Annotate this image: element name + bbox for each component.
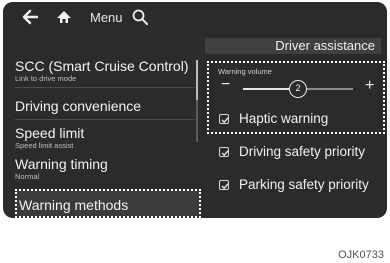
home-icon (57, 11, 71, 23)
checkbox-checked-icon[interactable] (219, 146, 229, 157)
menu-item-title: SCC (Smart Cruise Control) (15, 58, 189, 74)
warning-volume-label: Warning volume (218, 67, 272, 76)
option-label: Parking safety priority (239, 177, 369, 192)
back-arrow-icon (22, 9, 39, 25)
volume-decrease-button[interactable]: − (221, 77, 230, 93)
menu-item-title: Driving convenience (15, 98, 142, 114)
search-icon (132, 9, 148, 25)
menu-item-speed-limit[interactable]: Speed limit Speed limit assist (9, 122, 199, 154)
option-label: Haptic warning (239, 111, 329, 126)
menu-divider (15, 119, 195, 120)
checkbox-checked-icon[interactable] (219, 113, 229, 124)
menu-item-subtitle: Speed limit assist (15, 141, 74, 150)
menu-scrollbar-thumb[interactable] (196, 60, 198, 100)
menu-divider (15, 87, 195, 88)
menu-item-title: Warning timing (15, 156, 108, 172)
menu-button[interactable]: Menu (90, 6, 123, 28)
option-driving-safety-priority[interactable]: Driving safety priority (219, 144, 365, 159)
home-button[interactable] (55, 6, 77, 28)
menu-item-warning-timing[interactable]: Warning timing Normal (9, 153, 199, 185)
option-haptic-warning[interactable]: Haptic warning (219, 111, 328, 126)
infotainment-screen: Menu SCC (Smart Cruise Control) Link to … (3, 2, 387, 218)
checkbox-checked-icon[interactable] (219, 179, 229, 190)
search-button[interactable] (131, 6, 153, 28)
menu-item-title: Speed limit (15, 125, 85, 141)
top-bar: Menu (3, 2, 387, 32)
option-label: Driving safety priority (239, 144, 366, 159)
settings-menu: SCC (Smart Cruise Control) Link to drive… (9, 52, 199, 218)
menu-item-scc[interactable]: SCC (Smart Cruise Control) Link to drive… (9, 52, 199, 84)
menu-item-title: Warning methods (19, 197, 129, 213)
panel-header: Driver assistance (205, 38, 381, 54)
menu-item-subtitle: Link to drive mode (15, 74, 77, 83)
menu-item-warning-methods[interactable]: Warning methods (9, 189, 199, 218)
menu-item-driving-convenience[interactable]: Driving convenience (9, 90, 199, 116)
back-button[interactable] (21, 6, 43, 28)
volume-slider-knob[interactable]: 2 (289, 80, 307, 98)
figure-code: OJK0733 (338, 249, 384, 261)
volume-increase-button[interactable]: + (365, 78, 374, 94)
menu-label: Menu (90, 9, 123, 25)
menu-item-subtitle: Normal (15, 172, 40, 181)
option-parking-safety-priority[interactable]: Parking safety priority (219, 177, 369, 192)
